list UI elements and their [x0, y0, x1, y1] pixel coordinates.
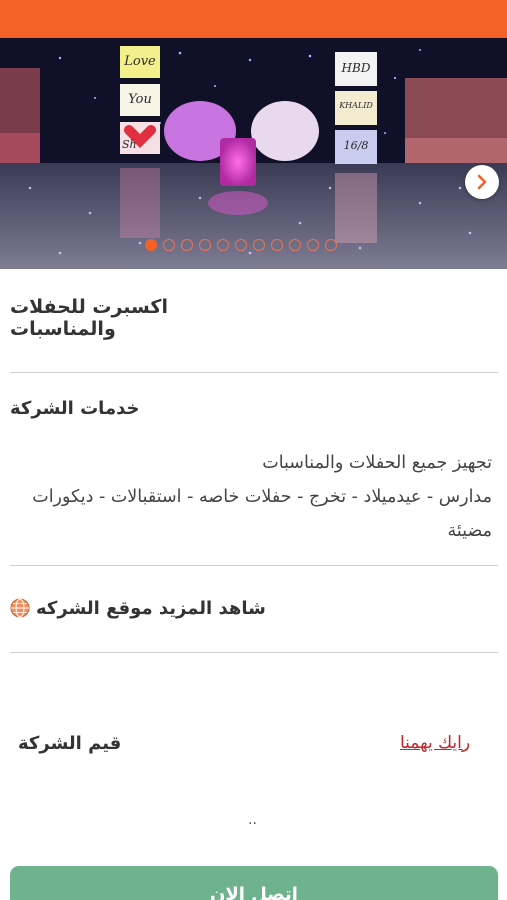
next-slide-button[interactable]	[465, 165, 499, 199]
carousel-dot[interactable]	[289, 239, 301, 251]
feedback-link[interactable]: رايك يهمنا	[400, 733, 470, 753]
cube-text-love: Love	[124, 54, 156, 69]
cube-text-name: KHALID	[339, 101, 373, 110]
services-line-2: مدارس - عيدميلاد - تخرج - حفلات خاصه - ا…	[32, 487, 492, 541]
cube-text-date: 16/8	[343, 139, 369, 152]
website-label: شاهد المزيد موقع الشركه	[36, 597, 266, 619]
company-website-link[interactable]: شاهد المزيد موقع الشركه	[10, 594, 266, 622]
cube-text-sh: Sh	[122, 138, 137, 151]
carousel-photo	[0, 38, 507, 269]
services-line-1: تجهيز جميع الحفلات والمناسبات	[262, 453, 492, 473]
carousel-dot[interactable]	[181, 239, 193, 251]
carousel-dot[interactable]	[163, 239, 175, 251]
top-app-bar	[0, 0, 507, 38]
carousel-dot[interactable]	[325, 239, 337, 251]
rate-company-label: قيم الشركة	[18, 733, 122, 754]
carousel-dot[interactable]	[235, 239, 247, 251]
chevron-right-icon	[477, 174, 487, 190]
rating-placeholder: ..	[248, 812, 257, 828]
carousel-dot[interactable]	[271, 239, 283, 251]
divider	[10, 372, 498, 373]
services-title: خدمات الشركة	[10, 398, 140, 419]
services-description: تجهيز جميع الحفلات والمناسبات مدارس - عي…	[8, 446, 492, 548]
carousel-pagination	[145, 239, 337, 253]
cube-text-you: You	[128, 92, 152, 107]
divider	[10, 565, 498, 566]
carousel-dot[interactable]	[307, 239, 319, 251]
cube-text-hbd: HBD	[341, 61, 371, 75]
image-carousel[interactable]: Love You Sh HBD KHALID 16/8	[0, 38, 507, 269]
call-now-button[interactable]: اتصل الان	[10, 866, 498, 900]
carousel-dot[interactable]	[253, 239, 265, 251]
divider	[10, 652, 498, 653]
globe-icon	[10, 598, 30, 618]
company-name: اكسبرت للحفلات والمناسبات	[10, 296, 168, 340]
carousel-dot[interactable]	[199, 239, 211, 251]
carousel-dot[interactable]	[145, 239, 157, 251]
carousel-dot[interactable]	[217, 239, 229, 251]
